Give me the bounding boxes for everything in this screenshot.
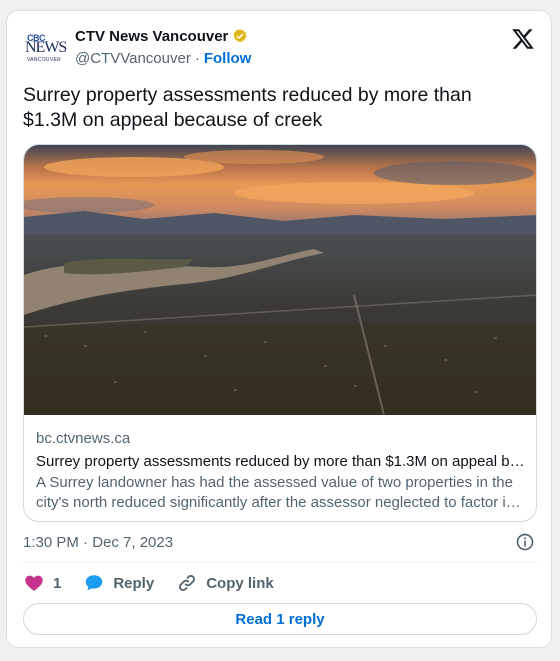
divider xyxy=(23,562,537,563)
tweet-timestamp[interactable]: 1:30 PM · Dec 7, 2023 xyxy=(23,534,173,551)
read-replies-button[interactable]: Read 1 reply xyxy=(23,603,537,635)
like-count: 1 xyxy=(53,574,62,592)
action-bar: 1 Reply Copy link xyxy=(23,571,296,595)
tweet-embed-card: CBC NEWS VANCOUVER CTV News Vancouver @C… xyxy=(6,10,552,648)
info-icon[interactable] xyxy=(515,532,535,552)
link-preview-card[interactable]: bc.ctvnews.ca Surrey property assessment… xyxy=(23,144,537,522)
like-button[interactable]: 1 xyxy=(23,572,61,594)
tweet-header: CBC NEWS VANCOUVER CTV News Vancouver @C… xyxy=(23,25,535,73)
reply-label: Reply xyxy=(113,574,155,592)
link-title[interactable]: Surrey property assessments reduced by m… xyxy=(36,451,526,473)
heart-icon xyxy=(25,575,43,591)
link-domain: bc.ctvnews.ca xyxy=(36,430,131,447)
author-handle[interactable]: @CTVVancouver xyxy=(75,50,191,67)
author-name[interactable]: CTV News Vancouver xyxy=(75,28,228,45)
link-description: A Surrey landowner has had the assessed … xyxy=(36,474,515,511)
author-info: CTV News Vancouver @CTVVancouver · Follo… xyxy=(75,25,251,69)
timestamp-row: 1:30 PM · Dec 7, 2023 xyxy=(23,531,537,553)
article-photo xyxy=(24,145,536,415)
tweet-text: Surrey property assessments reduced by m… xyxy=(23,84,472,131)
x-logo-icon[interactable] xyxy=(511,27,535,51)
speech-bubble-icon xyxy=(86,575,103,591)
verified-badge-icon xyxy=(233,29,247,43)
author-avatar[interactable]: CBC NEWS VANCOUVER xyxy=(23,33,67,69)
follow-button[interactable]: Follow xyxy=(204,50,252,67)
logo-line-3: VANCOUVER xyxy=(27,57,62,63)
logo-line-2: NEWS xyxy=(25,39,67,56)
link-icon xyxy=(179,575,196,591)
copy-link-button[interactable]: Copy link xyxy=(176,572,274,594)
reply-button[interactable]: Reply xyxy=(83,572,154,594)
handle-separator: · xyxy=(194,49,200,67)
copy-link-label: Copy link xyxy=(206,574,274,592)
link-meta: bc.ctvnews.ca Surrey property assessment… xyxy=(36,429,526,513)
